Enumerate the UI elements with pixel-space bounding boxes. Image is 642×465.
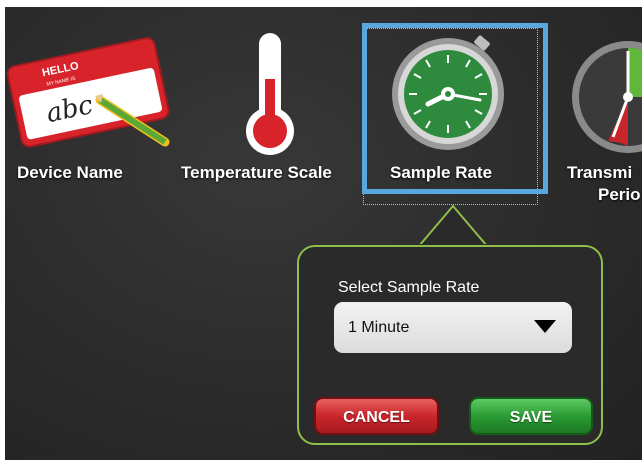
transmission-period-icon (572, 41, 642, 153)
save-button[interactable]: SAVE (469, 397, 593, 435)
sample-rate-selected-value: 1 Minute (348, 319, 410, 336)
tile-label-transmission-line2: Perio (598, 185, 641, 204)
tile-label-transmission-line1: Transmi (567, 163, 633, 182)
thermometer-icon (246, 33, 294, 155)
settings-panel: HELLO MY NAME IS abc Device Name Tempera… (5, 7, 642, 460)
sample-rate-select[interactable]: 1 Minute (334, 302, 572, 353)
selection-highlight (362, 23, 548, 194)
dropdown-arrow-icon (534, 320, 556, 333)
popup-pointer (417, 204, 491, 246)
tile-label-device-name: Device Name (17, 163, 123, 182)
tile-label-temperature-scale: Temperature Scale (181, 163, 332, 182)
cancel-button[interactable]: CANCEL (314, 397, 439, 435)
popup-title: Select Sample Rate (338, 279, 480, 296)
tile-device-name[interactable]: HELLO MY NAME IS abc Device Name (5, 7, 170, 197)
tile-transmission-period[interactable]: Transmi Perio (560, 7, 642, 207)
name-tag-icon: HELLO MY NAME IS abc (6, 37, 170, 148)
sample-rate-popup: Select Sample Rate 1 Minute CANCEL SAVE (297, 245, 603, 445)
tile-temperature-scale[interactable]: Temperature Scale (175, 7, 365, 197)
